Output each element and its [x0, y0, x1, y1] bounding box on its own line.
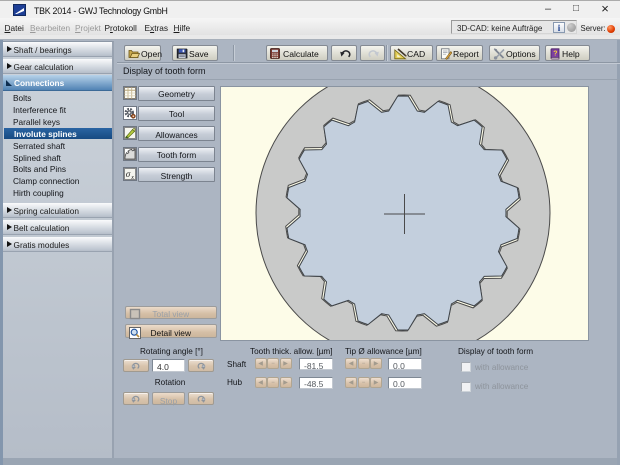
svg-text:σ: σ [126, 169, 131, 179]
svg-text:x: x [130, 175, 134, 180]
svg-text:?: ? [553, 51, 557, 58]
